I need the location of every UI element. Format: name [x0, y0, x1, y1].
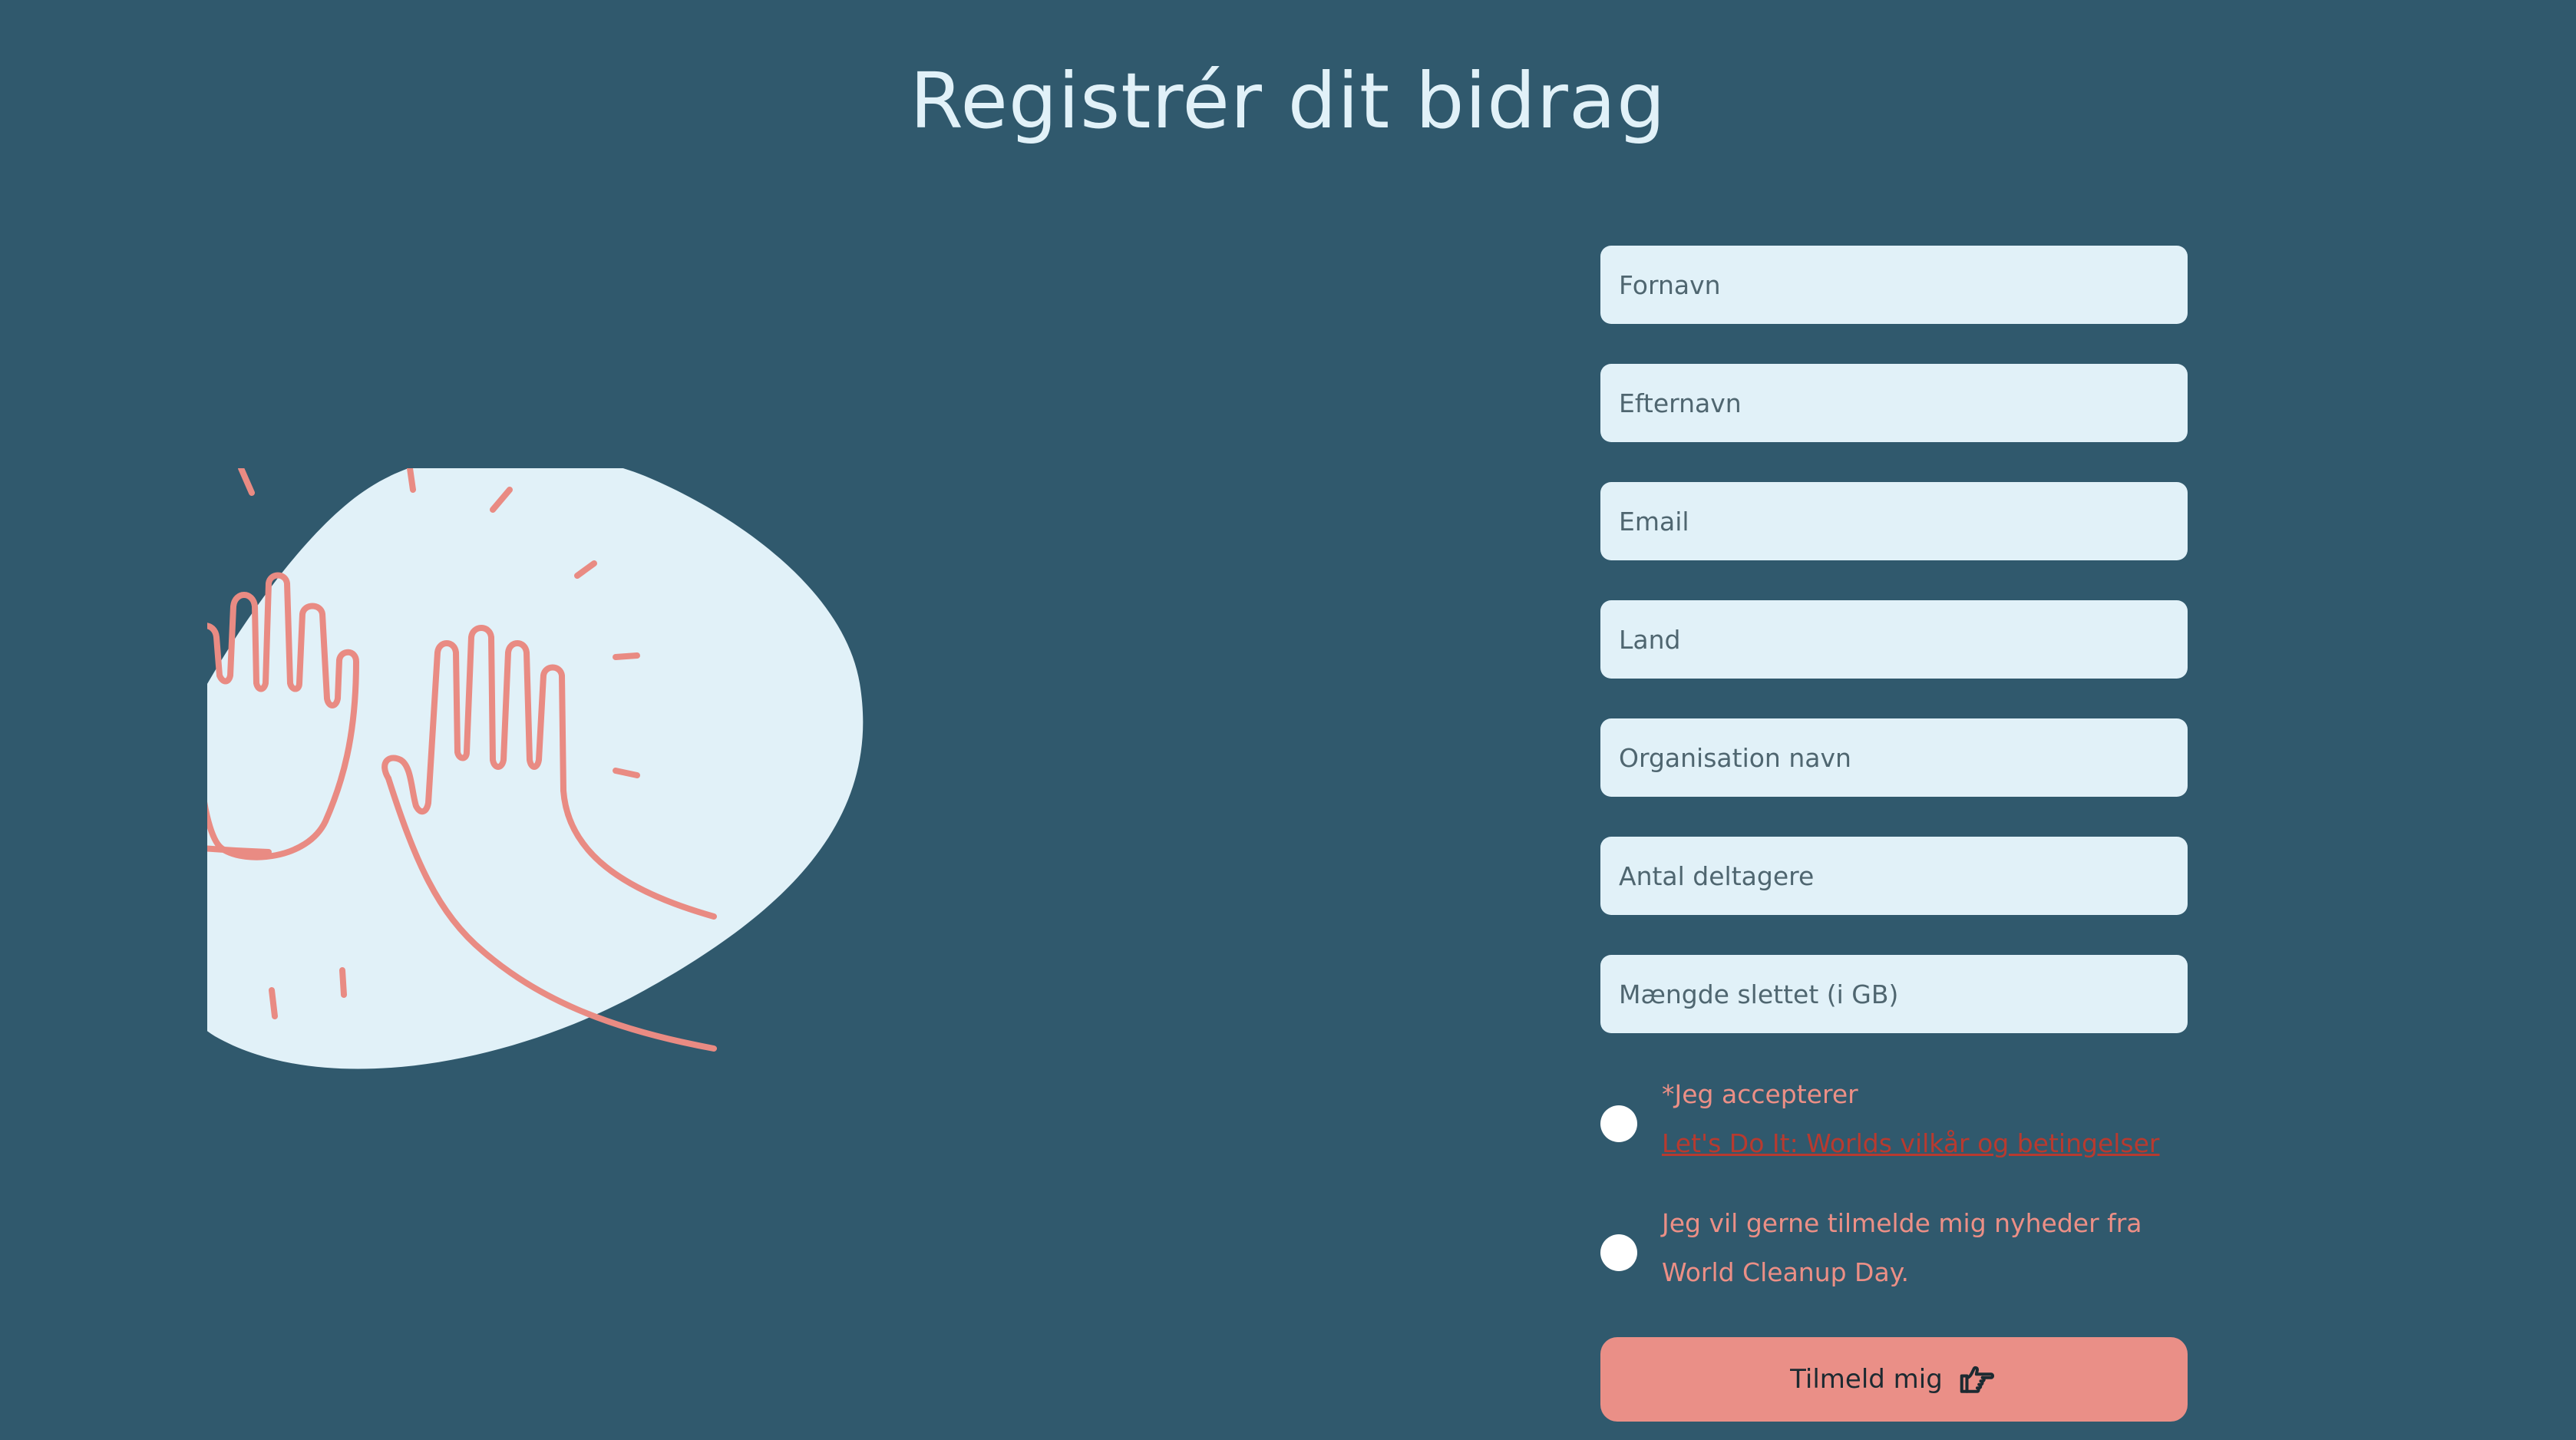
terms-label: *Jeg accepterer [1662, 1079, 1858, 1109]
first-name-field[interactable] [1600, 246, 2188, 324]
country-field[interactable] [1600, 600, 2188, 679]
ray [238, 468, 255, 496]
ray [339, 967, 347, 998]
terms-text: *Jeg accepterer Let's Do It: Worlds vilk… [1662, 1070, 2191, 1168]
submit-button[interactable]: Tilmeld mig [1600, 1337, 2188, 1422]
terms-link[interactable]: Let's Do It: Worlds vilkår og betingelse… [1662, 1128, 2159, 1158]
email-field[interactable] [1600, 482, 2188, 560]
ray [407, 468, 416, 493]
page-title: Registrér dit bidrag [910, 56, 1666, 146]
ray [613, 652, 640, 660]
newsletter-row: Jeg vil gerne tilmelde mig nyheder fra W… [1600, 1199, 2188, 1314]
registration-form: *Jeg accepterer Let's Do It: Worlds vilk… [1600, 246, 2188, 1314]
high-five-hands-illustration [207, 468, 864, 1069]
organisation-name-field[interactable] [1600, 718, 2188, 797]
newsletter-label: Jeg vil gerne tilmelde mig nyheder fra W… [1662, 1208, 2142, 1287]
terms-radio[interactable] [1600, 1105, 1637, 1142]
deleted-amount-field[interactable] [1600, 955, 2188, 1033]
registration-page: Registrér dit bidrag Fornavn Efternavn E… [0, 0, 2576, 1440]
submit-label: Tilmeld mig [1790, 1364, 1943, 1395]
newsletter-radio[interactable] [1600, 1234, 1637, 1271]
last-name-field[interactable] [1600, 364, 2188, 442]
terms-row: *Jeg accepterer Let's Do It: Worlds vilk… [1600, 1070, 2188, 1199]
ray [269, 987, 278, 1019]
participants-count-field[interactable] [1600, 837, 2188, 915]
pointing-hand-icon [1960, 1366, 1994, 1393]
